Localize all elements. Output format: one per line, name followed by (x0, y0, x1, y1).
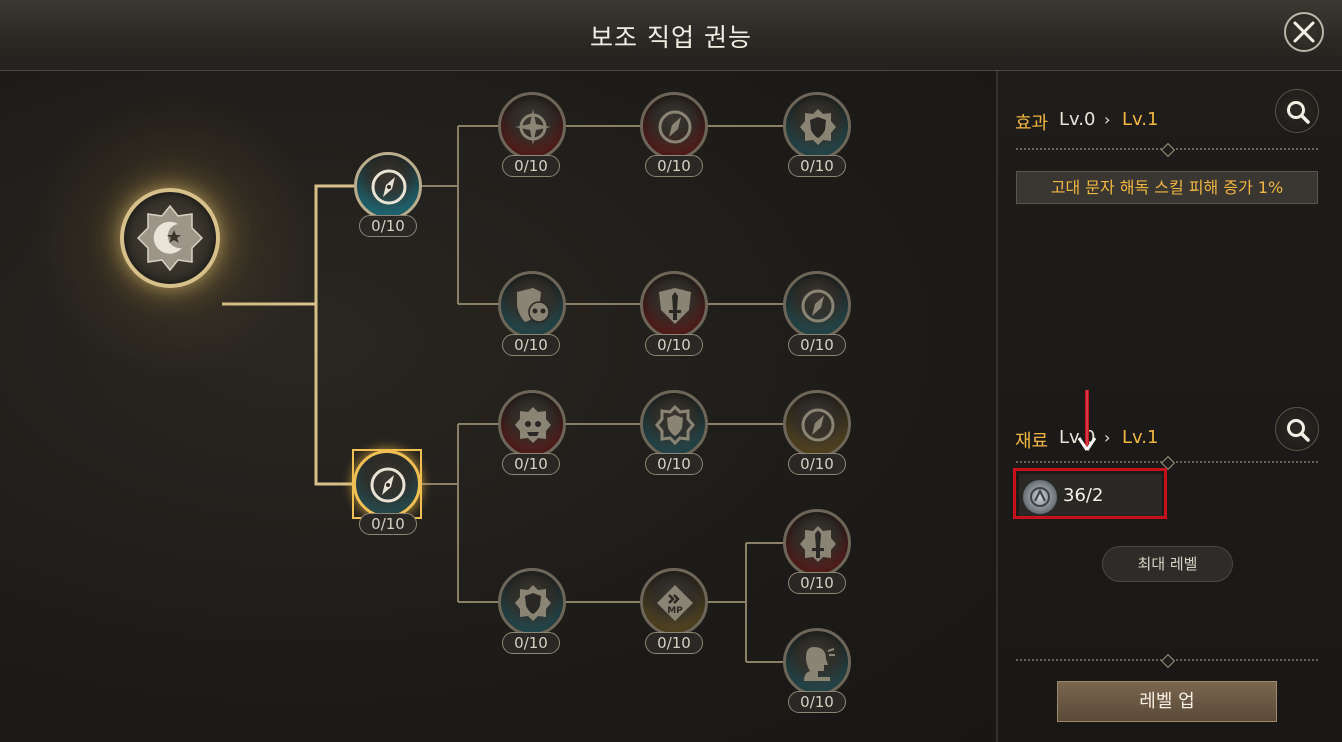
level-up-button[interactable]: 레벨 업 (1057, 681, 1277, 722)
demon-skull-icon (515, 407, 551, 443)
compass-icon (371, 169, 407, 205)
shield-badge-icon (515, 585, 551, 621)
shield-badge-icon (800, 109, 836, 145)
skill-node-compass[interactable] (783, 390, 851, 458)
node-progress-badge: 0/10 (788, 691, 846, 713)
close-icon (1293, 21, 1315, 43)
effect-label: 효과 (1015, 113, 1049, 134)
compass-icon (801, 408, 835, 442)
node-progress-badge: 0/10 (788, 155, 846, 177)
sword-icon (659, 288, 691, 324)
node-progress-badge: 0/10 (502, 453, 560, 475)
skill-node-sword[interactable] (640, 271, 708, 339)
node-progress-badge: 0/10 (359, 513, 417, 535)
material-search-button[interactable] (1275, 407, 1319, 451)
material-level-to: Lv.1 (1122, 427, 1159, 448)
node-progress-badge: 0/10 (788, 334, 846, 356)
search-icon (1287, 419, 1310, 442)
max-level-button[interactable]: 최대 레벨 (1102, 546, 1233, 582)
node-progress-badge: 0/10 (788, 572, 846, 594)
skill-node-compass-branch-1[interactable] (354, 152, 422, 220)
crosshair-star-icon (515, 109, 551, 145)
pointer-arrow-icon (1077, 390, 1097, 451)
page-title: 보조 직업 권능 (590, 23, 752, 52)
skill-node-shield-badge[interactable] (640, 390, 708, 458)
skill-node-crosshair[interactable] (498, 92, 566, 160)
node-progress-badge: 0/10 (359, 215, 417, 237)
node-progress-badge: 0/10 (645, 334, 703, 356)
effect-search-button[interactable] (1275, 89, 1319, 133)
highlight-box (1013, 468, 1167, 519)
node-progress-badge: 0/10 (502, 334, 560, 356)
chevron-right-icon: › (1104, 110, 1111, 129)
skill-node-shield-badge[interactable] (783, 92, 851, 160)
effect-level-to: Lv.1 (1122, 109, 1159, 130)
compass-icon (801, 289, 835, 323)
effect-level-from: Lv.0 (1059, 109, 1096, 130)
skill-node-shield-skull[interactable] (498, 271, 566, 339)
node-progress-badge: 0/10 (645, 632, 703, 654)
mp-boost-icon: MP (657, 585, 693, 621)
skill-node-mp-boost[interactable]: MP (640, 568, 708, 636)
skill-node-compass-branch-2[interactable] (353, 450, 421, 518)
material-label: 재료 (1015, 431, 1049, 452)
skill-node-compass[interactable] (640, 92, 708, 160)
effect-description: 고대 문자 해독 스킬 피해 증가 1% (1016, 171, 1318, 204)
sword-icon (800, 526, 836, 562)
skill-node-head-silhouette[interactable] (783, 628, 851, 696)
mp-label: MP (667, 606, 683, 616)
window-header: 보조 직업 권능 (0, 0, 1342, 71)
compass-icon (370, 467, 406, 503)
crescent-star-emblem-icon (136, 204, 204, 272)
node-progress-badge: 0/10 (502, 632, 560, 654)
skill-node-demon-skull[interactable] (498, 390, 566, 458)
compass-icon (658, 110, 692, 144)
chevron-right-icon: › (1104, 428, 1111, 447)
close-button[interactable] (1284, 12, 1324, 52)
shield-skull-icon (517, 288, 550, 323)
node-progress-badge: 0/10 (502, 155, 560, 177)
node-progress-badge: 0/10 (645, 155, 703, 177)
search-icon (1287, 101, 1310, 124)
skill-node-sword[interactable] (783, 509, 851, 577)
shield-badge-icon (655, 405, 695, 445)
skill-node-compass[interactable] (783, 271, 851, 339)
node-progress-badge: 0/10 (645, 453, 703, 475)
node-progress-badge: 0/10 (788, 453, 846, 475)
skill-node-shield-badge[interactable] (498, 568, 566, 636)
root-skill-node[interactable] (120, 188, 220, 288)
head-silhouette-icon (804, 647, 835, 681)
